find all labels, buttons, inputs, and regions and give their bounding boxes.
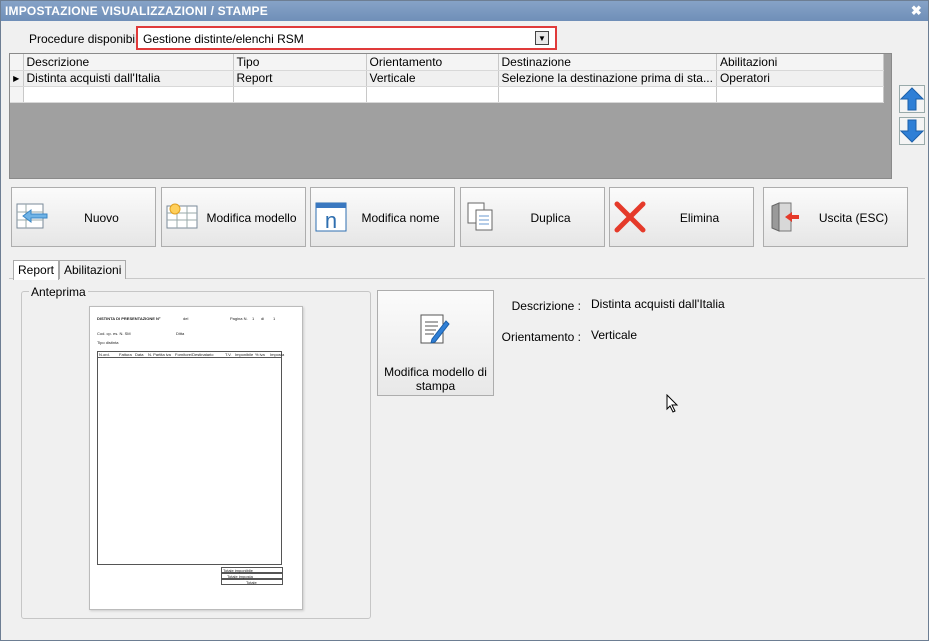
report-preview-page: DISTINTA DI PRESENTAZIONE N° del Pagina … [89,306,303,610]
delete-button-label: Elimina [679,211,720,225]
table-cell[interactable] [23,86,234,103]
exit-button-label: Uscita (ESC) [818,211,889,225]
move-down-button[interactable] [899,117,925,145]
table-row[interactable]: ▶ Distinta acquisti dall'Italia Report V… [10,70,884,87]
paper-title: DISTINTA DI PRESENTAZIONE N° [97,316,161,321]
edit-table-icon [166,203,198,229]
paper-col: N.ord. [99,352,110,357]
paper-page-total: 1 [273,316,276,321]
preview-legend: Anteprima [29,285,88,299]
exit-button[interactable]: Uscita (ESC) [763,187,908,247]
mouse-cursor-icon [666,394,679,413]
row-pointer-icon: ▶ [10,70,24,87]
row-indicator-header [10,54,24,71]
table-cell[interactable]: Report [233,70,367,87]
paper-col: Imponibile [235,352,254,357]
table-new-row[interactable] [10,86,884,103]
rename-button-label: Modifica nome [361,211,440,225]
move-up-button[interactable] [899,85,925,113]
procedure-select[interactable]: Gestione distinte/elenchi RSM ▼ [136,26,557,50]
table-cell[interactable] [716,86,884,103]
description-value: Distinta acquisti dall'Italia [591,297,725,311]
paper-cod: Cod. cp. es. N. SM [97,331,131,336]
edit-model-button[interactable]: Modifica modello [161,187,306,247]
paper-col: T.V. [225,352,232,357]
delete-x-icon [614,201,646,233]
paper-table: N.ord. Fattura Data N. Partita iva Forni… [97,351,285,565]
paper-total-label: Totale [246,580,257,585]
orientation-label: Orientamento : [501,330,581,344]
column-header[interactable]: Destinazione [498,54,717,71]
rename-button[interactable]: n Modifica nome [310,187,455,247]
procedure-select-value: Gestione distinte/elenchi RSM [143,32,304,46]
paper-ditta: Ditta [176,331,185,336]
copy-icon [467,202,493,231]
duplicate-button-label: Duplica [530,211,571,225]
delete-button[interactable]: Elimina [609,187,754,247]
new-row-icon [10,86,24,103]
description-label: Descrizione : [511,299,581,313]
table-cell[interactable] [233,86,367,103]
table-cell[interactable]: Operatori [716,70,884,87]
settings-table: Descrizione Tipo Orientamento Destinazio… [10,54,884,103]
edit-print-model-label: Modifica modello di stampa [384,365,487,393]
tab-abilitazioni[interactable]: Abilitazioni [59,260,127,279]
table-cell[interactable]: Distinta acquisti dall'Italia [23,70,234,87]
paper-col: Data [135,352,144,357]
table-cell[interactable] [366,86,499,103]
paper-col: N. Partita iva [148,352,171,357]
table-cell[interactable] [498,86,717,103]
paper-col: Fornitore/Destinatario [175,352,214,357]
paper-page-num: 1 [252,316,255,321]
column-header[interactable]: Descrizione [23,54,234,71]
tab-report[interactable]: Report [13,260,60,280]
svg-text:n: n [325,208,337,233]
table-cell[interactable]: Verticale [366,70,499,87]
column-header[interactable]: Tipo [233,54,367,71]
orientation-value: Verticale [591,328,638,342]
paper-table-header: N.ord. Fattura Data N. Partita iva Forni… [98,352,285,358]
procedure-label: Procedure disponibili : [29,32,148,46]
column-header[interactable]: Orientamento [366,54,499,71]
window-title: IMPOSTAZIONE VISUALIZZAZIONI / STAMPE [5,4,268,18]
paper-di: di [261,316,265,321]
paper-total-row: Totale [221,579,283,585]
paper-pagina: Pagina N. [230,316,248,321]
paper-col: Fattura [119,352,132,357]
arrow-down-icon [899,119,925,143]
table-header-row: Descrizione Tipo Orientamento Destinazio… [10,54,884,71]
tab-strip-line [9,278,925,279]
edit-document-icon [420,314,450,344]
column-header[interactable]: Abilitazioni [716,54,884,71]
settings-grid: Descrizione Tipo Orientamento Destinazio… [9,53,892,179]
duplicate-button[interactable]: Duplica [460,187,605,247]
table-cell[interactable]: Selezione la destinazione prima di sta..… [498,70,717,87]
paper-col: % iva [255,352,265,357]
paper-col: Imposta [270,352,285,357]
exit-door-icon [771,202,799,232]
arrow-up-icon [899,87,925,111]
chevron-down-icon[interactable]: ▼ [535,31,549,45]
rename-icon: n [315,202,347,233]
new-button[interactable]: Nuovo [11,187,156,247]
new-row-icon [16,203,48,229]
edit-model-button-label: Modifica modello [206,211,297,225]
edit-print-model-button[interactable]: Modifica modello di stampa [377,290,494,396]
new-button-label: Nuovo [84,211,119,225]
paper-del: del [183,316,189,321]
close-icon[interactable]: ✖ [911,1,922,21]
title-bar: IMPOSTAZIONE VISUALIZZAZIONI / STAMPE ✖ [1,1,928,21]
paper-tipo: Tipo distinta [97,340,119,345]
main-window: IMPOSTAZIONE VISUALIZZAZIONI / STAMPE ✖ … [0,0,929,641]
